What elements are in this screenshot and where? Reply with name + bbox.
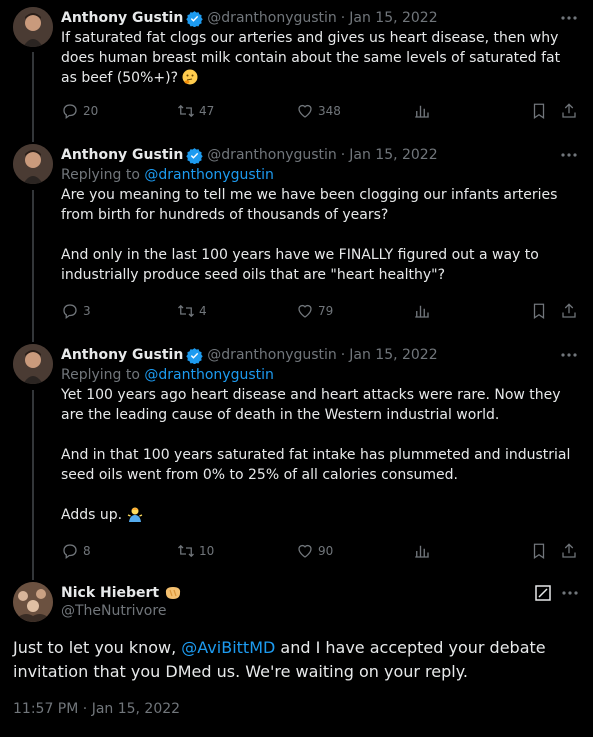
retweet-count: 10 <box>199 544 215 558</box>
separator-dot: · <box>340 10 346 26</box>
tweet-date[interactable]: Jan 15, 2022 <box>349 347 437 363</box>
retweet-button[interactable]: 10 <box>177 542 214 560</box>
reply-count: 3 <box>83 304 91 318</box>
author-name[interactable]: Anthony Gustin <box>61 347 183 363</box>
views-icon <box>415 105 429 118</box>
share-button[interactable] <box>560 542 582 560</box>
bookmark-icon <box>533 103 545 119</box>
author-handle[interactable]: @dranthonygustin <box>207 147 337 163</box>
bookmark-button[interactable] <box>530 542 552 560</box>
separator-dot: · <box>340 347 346 363</box>
reply-button[interactable]: 8 <box>61 542 91 560</box>
share-button[interactable] <box>560 302 582 320</box>
avatar[interactable] <box>13 344 53 384</box>
like-icon <box>298 104 312 118</box>
separator-dot: · <box>340 147 346 163</box>
avatar[interactable] <box>13 144 53 184</box>
tweet-time[interactable]: 11:57 PM <box>13 701 78 717</box>
author-handle[interactable]: @dranthonygustin <box>207 347 337 363</box>
like-button[interactable]: 348 <box>296 102 341 120</box>
reply-button[interactable]: 20 <box>61 102 98 120</box>
reply-icon <box>63 104 77 120</box>
views-button[interactable] <box>413 302 435 320</box>
bookmark-button[interactable] <box>530 302 552 320</box>
share-icon <box>562 303 576 318</box>
retweet-icon <box>178 104 194 118</box>
replying-to-mention[interactable]: @dranthonygustin <box>144 367 274 383</box>
bookmark-icon <box>533 303 545 319</box>
mention-link[interactable]: @AviBittMD <box>181 638 275 657</box>
retweet-count: 4 <box>199 304 207 318</box>
bookmark-button[interactable] <box>530 102 552 120</box>
like-button[interactable]: 79 <box>296 302 333 320</box>
tweet[interactable]: Anthony Gustin @dranthonygustin · Jan 15… <box>0 343 593 569</box>
like-icon <box>298 304 312 318</box>
views-button[interactable] <box>413 542 435 560</box>
tweet-text: Yet 100 years ago heart disease and hear… <box>61 385 579 525</box>
reply-count: 8 <box>83 544 91 558</box>
like-icon <box>298 544 312 558</box>
views-button[interactable] <box>413 102 435 120</box>
retweet-count: 47 <box>199 104 215 118</box>
bread-emoji <box>166 587 181 599</box>
main-text-before: Just to let you know, <box>13 638 182 657</box>
more-icon[interactable] <box>559 345 579 365</box>
grok-icon[interactable] <box>535 585 551 601</box>
more-icon[interactable] <box>560 583 580 603</box>
tweet-text: Are you meaning to tell me we have been … <box>61 187 558 283</box>
bookmark-icon <box>533 543 545 559</box>
thinking-face-emoji <box>182 69 198 85</box>
man-shrugging-emoji <box>127 507 142 522</box>
tweet-text-content: Yet 100 years ago heart disease and hear… <box>61 387 571 523</box>
replying-to-label: Replying to <box>61 367 140 383</box>
reply-count: 20 <box>83 104 99 118</box>
tweet-timestamp[interactable]: 11:57 PM · Jan 15, 2022 <box>13 701 180 717</box>
share-icon <box>562 103 576 118</box>
like-count: 348 <box>318 104 341 118</box>
tweet-text-content: If saturated fat clogs our arteries and … <box>61 30 565 86</box>
retweet-button[interactable]: 47 <box>177 102 214 120</box>
verified-badge-icon <box>186 10 204 27</box>
tweet[interactable]: Anthony Gustin @dranthonygustin · Jan 15… <box>0 6 593 134</box>
main-tweet[interactable]: Nick Hiebert @TheNutrivore Just to let y… <box>0 582 593 732</box>
like-count: 79 <box>318 304 334 318</box>
replying-to: Replying to @dranthonygustin <box>61 365 579 385</box>
tweet[interactable]: Anthony Gustin @dranthonygustin · Jan 15… <box>0 143 593 329</box>
more-icon[interactable] <box>559 8 579 28</box>
retweet-icon <box>178 544 194 558</box>
main-tweet-text: Just to let you know, @AviBittMD and I h… <box>13 636 579 684</box>
tweet-text: If saturated fat clogs our arteries and … <box>61 28 579 88</box>
replying-to-mention[interactable]: @dranthonygustin <box>144 167 274 183</box>
author-handle[interactable]: @TheNutrivore <box>61 603 166 619</box>
replying-to: Replying to @dranthonygustin <box>61 165 579 185</box>
tweet-date[interactable]: Jan 15, 2022 <box>92 701 180 717</box>
tweet-date[interactable]: Jan 15, 2022 <box>349 10 437 26</box>
avatar[interactable] <box>13 582 53 622</box>
retweet-icon <box>178 304 194 318</box>
views-icon <box>415 545 429 558</box>
more-icon[interactable] <box>559 145 579 165</box>
author-name[interactable]: Anthony Gustin <box>61 147 183 163</box>
views-icon <box>415 305 429 318</box>
like-button[interactable]: 90 <box>296 542 333 560</box>
author-name[interactable]: Anthony Gustin <box>61 10 183 26</box>
reply-button[interactable]: 3 <box>61 302 91 320</box>
author-name[interactable]: Nick Hiebert <box>61 585 159 601</box>
verified-badge-icon <box>186 347 204 364</box>
reply-icon <box>63 544 77 560</box>
share-icon <box>562 543 576 558</box>
share-button[interactable] <box>560 102 582 120</box>
like-count: 90 <box>318 544 334 558</box>
replying-to-label: Replying to <box>61 167 140 183</box>
tweet-date[interactable]: Jan 15, 2022 <box>349 147 437 163</box>
reply-icon <box>63 304 77 320</box>
author-handle[interactable]: @dranthonygustin <box>207 10 337 26</box>
verified-badge-icon <box>186 147 204 164</box>
avatar[interactable] <box>13 7 53 47</box>
retweet-button[interactable]: 4 <box>177 302 207 320</box>
